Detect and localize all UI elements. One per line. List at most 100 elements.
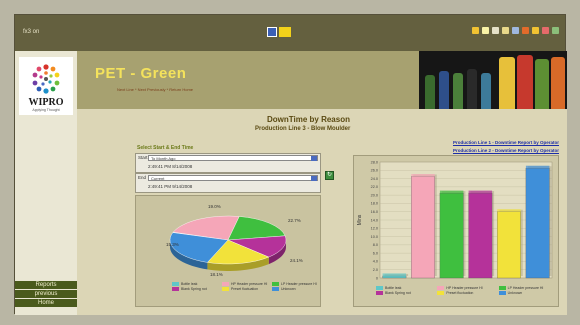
legend-label: Preset fluctuation [446,291,474,295]
start-datetime[interactable]: 2:49:41 PM 8/14/2008 [148,164,192,169]
end-label: End [138,175,147,180]
legend-swatch [222,282,229,286]
toolbar-icon[interactable] [502,27,509,34]
legend-label: Bottle leak [385,286,402,290]
page-title: DownTime by Reason [267,115,350,124]
banner-title: PET - Green [95,65,187,82]
bottles-photo [419,51,567,109]
link-line2-report[interactable]: Production Line 2 - Downtime Report by O… [453,148,559,153]
legend-label: Blank Spring not [181,287,207,291]
logo-wordmark: WIPRO [28,97,64,108]
legend-swatch [498,291,506,295]
bar[interactable] [497,211,521,279]
legend-item: Bottle leak [172,282,218,286]
legend-label: HP Header pressure HI [231,282,268,286]
wipro-logo[interactable]: WIPRO Applying Thought [19,57,73,115]
y-tick-label: 8.0 [373,243,378,247]
legend-swatch [498,286,506,290]
refresh-button[interactable]: ↻ [325,171,334,180]
pie-chart-panel: 19.0% 22.7% 15.3% 18.1% 24.1% Bottle leak HP … [135,195,321,307]
pie-data-label: 15.3% [166,242,179,247]
start-select[interactable]: To Month Ago [148,155,318,161]
app-brand: fx3 on [23,29,40,35]
sunflower-logo-icon [32,64,60,94]
bar[interactable] [411,176,435,279]
y-axis-label: Mins [357,214,363,225]
end-datetime[interactable]: 2:49:41 PM 9/14/2008 [148,184,192,189]
legend-swatch [376,286,383,290]
bar-top [439,190,464,194]
link-line1-report[interactable]: Production Line 1 - Downtime Report by O… [453,140,559,145]
nav-previous[interactable]: previous [15,290,77,298]
legend-swatch [222,287,229,291]
bar-chart: 0 2.0 4.0 6.0 8.0 10.0 12.0 14.0 16.0 18.0 20.0 22.… [357,160,553,280]
legend-label: Unknown [281,287,296,291]
bar-top [468,190,493,194]
legend-swatch [437,286,445,290]
toolbar-icon[interactable] [532,27,539,34]
legend-label: LP Header pressure HI [507,286,544,290]
legend-item: Blank Spring not [376,291,433,295]
legend-item: LP Header pressure HI [272,282,318,286]
legend-label: Blank Spring not [385,291,411,295]
y-tick-label: 28.0 [371,160,378,164]
legend-label: Unknown [507,291,523,295]
y-tick-label: 4.0 [373,260,378,264]
pie-chart: 19.0% 22.7% 15.3% 18.1% 24.1% [166,204,303,277]
legend-item: HP Header pressure HI [437,286,494,290]
top-toolbar: fx3 on [15,15,565,51]
legend-swatch [272,282,279,286]
nav-home[interactable]: Home [15,299,77,307]
y-tick-label: 22.0 [371,185,378,189]
toolbar-icon[interactable] [542,27,549,34]
bar[interactable] [382,275,407,279]
y-tick-label: 18.0 [371,202,378,206]
bar-chart-panel: 0 2.0 4.0 6.0 8.0 10.0 12.0 14.0 16.0 18.0 20.0 22.… [353,155,559,307]
legend-item: Unknown [498,291,556,295]
legend-label: HP Header pressure HI [446,286,483,290]
bar[interactable] [439,192,464,279]
application-frame: fx3 on WIPRO Applying Thought Reports pr… [14,14,567,315]
bar[interactable] [468,192,493,279]
legend-label: Preset fluctuation [231,287,259,291]
toolbar-icon[interactable] [522,27,529,34]
legend-item: LP Header pressure HI [498,286,556,290]
toolbar-icon[interactable] [472,27,479,34]
banner-subtitle-links[interactable]: Next Line * Next Previously * Return Hom… [117,87,193,92]
nav-reports[interactable]: Reports [15,281,77,289]
header-banner: PET - Green Next Line * Next Previously … [77,51,567,109]
toolbar-icon[interactable] [482,27,489,34]
toolbar-icon[interactable] [492,27,499,34]
y-tick-label: 2.0 [373,268,378,272]
pie-data-label: 19.0% [208,204,221,209]
y-tick-label: 16.0 [371,210,378,214]
legend-swatch [172,287,179,291]
toolbar-icon[interactable] [512,27,519,34]
home-badge-icon[interactable] [267,27,291,37]
pie-legend: Bottle leak HP Header pressure HI LP Heade… [172,282,318,291]
time-section-label: Select Start & End Time [137,145,194,151]
legend-item: Preset fluctuation [222,287,268,291]
legend-item: Preset fluctuation [437,291,494,295]
legend-swatch [376,291,383,295]
toolbar-icon[interactable] [552,27,559,34]
y-tick-label: 0 [376,276,378,280]
bar[interactable] [525,168,550,279]
legend-item: Blank Spring not [172,287,218,291]
y-tick-label: 24.0 [371,177,378,181]
left-sidebar: WIPRO Applying Thought Reports previous … [15,51,77,315]
start-time-picker: Start To Month Ago 2:49:41 PM 8/14/2008 [135,153,321,173]
legend-item: Unknown [272,287,318,291]
y-tick-label: 10.0 [371,235,378,239]
report-content: DownTime by Reason Production Line 3 - B… [77,109,567,315]
legend-swatch [272,287,279,291]
pie-data-label: 18.1% [210,272,223,277]
page-subtitle: Production Line 3 - Blow Moulder [255,126,351,132]
bar-legend: Bottle leak HP Header pressure HI LP Heade… [376,286,556,295]
bar-top [411,174,435,177]
y-tick-label: 6.0 [373,251,378,255]
pie-data-label: 24.1% [290,258,303,263]
chevron-down-icon [311,176,317,181]
chevron-down-icon [311,156,317,161]
end-select[interactable]: Current [148,175,318,181]
